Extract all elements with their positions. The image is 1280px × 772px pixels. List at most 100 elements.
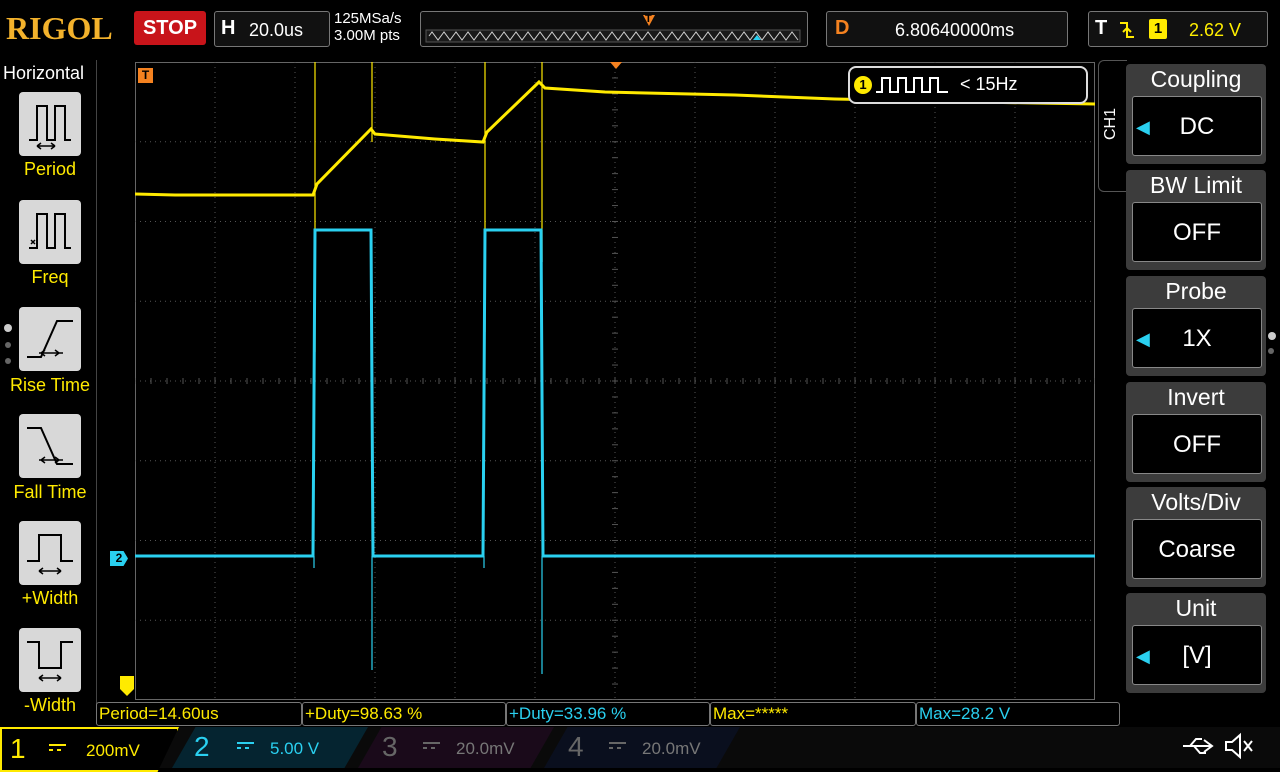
measurement-duty-ch2[interactable]: +Duty=33.96 % (506, 702, 710, 726)
measurement-period[interactable]: Period=14.60us (96, 702, 302, 726)
coupling-menu-item[interactable]: Coupling ◀ DC (1126, 64, 1266, 164)
ch1-tab[interactable]: 1 200mV (0, 727, 179, 772)
rigol-logo: RIGOL (6, 10, 113, 46)
coupling-value-box: ◀ DC (1132, 96, 1262, 156)
usb-icon (1183, 738, 1214, 754)
delay-value: 6.80640000ms (895, 20, 1015, 40)
probe-title: Probe (1165, 278, 1227, 304)
fall-time-icon (27, 427, 73, 465)
measurement-text: Max=***** (713, 704, 789, 723)
active-channel-tag: CH1 (1102, 108, 1119, 141)
delay-label: D (835, 17, 850, 39)
bw-limit-value-box: OFF (1132, 202, 1262, 262)
square-wave-icon (876, 77, 948, 93)
ch3-scale: 20.0mV (456, 739, 515, 758)
frequency-button[interactable] (19, 200, 81, 264)
horizontal-label: H (221, 17, 236, 39)
dc-coupling-icon (49, 744, 66, 751)
positive-width-button[interactable] (19, 521, 81, 585)
ch2-tab[interactable]: 2 5.00 V (172, 727, 368, 768)
unit-title: Unit (1175, 595, 1217, 621)
negative-width-button[interactable] (19, 628, 81, 692)
invert-menu-item[interactable]: Invert OFF (1126, 382, 1266, 482)
rise-time-label: Rise Time (9, 375, 90, 395)
coupling-title: Coupling (1150, 66, 1242, 92)
volts-div-value-box: Coarse (1132, 519, 1262, 579)
dc-coupling-icon (423, 742, 440, 749)
period-icon (29, 105, 71, 150)
invert-title: Invert (1167, 384, 1225, 410)
unit-value-box: ◀ [V] (1132, 625, 1262, 685)
timebase-value: 20.0us (249, 20, 304, 40)
measurement-max-ch1[interactable]: Max=***** (710, 702, 916, 726)
frequency-icon (29, 213, 71, 249)
measurement-text: +Duty=98.63 % (305, 704, 423, 723)
ch1-offset-marker[interactable] (120, 676, 134, 696)
invert-value-box: OFF (1132, 414, 1262, 474)
rise-time-button[interactable] (19, 307, 81, 371)
trigger-level: 2.62 V (1189, 20, 1242, 40)
run-stop-button[interactable]: STOP (134, 11, 206, 45)
trigger-level-marker[interactable]: T (138, 68, 153, 83)
memory-position-bar[interactable]: T (420, 11, 808, 47)
memory-trigger-marker: T (645, 13, 652, 25)
memory-depth: 3.00M pts (334, 27, 400, 44)
timebase-display[interactable]: H 20.0us (214, 11, 330, 47)
ch4-number: 4 (568, 731, 584, 762)
frequency-counter[interactable]: 1 < 15Hz (848, 66, 1088, 104)
ch1-scale: 200mV (86, 741, 140, 760)
falling-edge-icon (1120, 22, 1134, 38)
measurement-duty-ch1[interactable]: +Duty=98.63 % (302, 702, 506, 726)
menu-page-dot (1268, 332, 1276, 340)
trigger-position-marker (610, 62, 622, 69)
bw-limit-menu-item[interactable]: BW Limit OFF (1126, 170, 1266, 270)
ch4-scale: 20.0mV (642, 739, 701, 758)
trigger-display[interactable]: T 1 2.62 V (1088, 11, 1268, 47)
frequency-label: Freq (31, 267, 69, 287)
ch2-offset-marker[interactable]: 2 (110, 551, 128, 566)
trigger-label: T (1095, 17, 1108, 39)
waveform-display[interactable] (135, 62, 1095, 700)
volts-div-menu-item[interactable]: Volts/Div Coarse (1126, 487, 1266, 587)
menu-page-dot (1268, 348, 1274, 354)
fall-time-label: Fall Time (13, 482, 87, 502)
positive-width-label: +Width (21, 588, 79, 608)
coupling-value: DC (1179, 113, 1215, 140)
sample-rate: 125MSa/s (334, 10, 402, 27)
period-label: Period (23, 159, 77, 179)
bw-limit-value: OFF (1173, 219, 1221, 246)
measurement-text: Max=28.2 V (919, 704, 1011, 723)
dc-coupling-icon (237, 742, 254, 749)
measurement-max-ch2[interactable]: Max=28.2 V (916, 702, 1120, 726)
dc-coupling-icon (609, 742, 626, 749)
measurement-text: Period=14.60us (99, 704, 219, 723)
probe-value: 1X (1182, 325, 1212, 352)
measurement-text: +Duty=33.96 % (509, 704, 627, 723)
menu-title: Horizontal (3, 63, 85, 83)
ch1-spikes (314, 62, 543, 352)
ch3-tab[interactable]: 3 20.0mV (358, 727, 554, 768)
invert-value: OFF (1173, 431, 1221, 458)
ch3-number: 3 (382, 731, 398, 762)
bw-limit-title: BW Limit (1150, 172, 1242, 198)
fall-time-button[interactable] (19, 414, 81, 478)
negative-width-icon (27, 641, 73, 682)
ch1-number: 1 (10, 733, 26, 764)
volts-div-value: Coarse (1158, 536, 1236, 563)
volts-div-title: Volts/Div (1151, 489, 1241, 515)
speaker-mute-icon[interactable] (1222, 732, 1256, 760)
graticule (135, 62, 1095, 700)
ch4-tab[interactable]: 4 20.0mV (544, 727, 740, 768)
positive-width-icon (27, 534, 73, 575)
counter-value: < 15Hz (960, 74, 1018, 94)
unit-menu-item[interactable]: Unit ◀ [V] (1126, 593, 1266, 693)
probe-value-box: ◀ 1X (1132, 308, 1262, 368)
ch2-spikes (313, 230, 543, 674)
menu-page-dot (5, 342, 11, 348)
menu-page-dot (5, 358, 11, 364)
probe-menu-item[interactable]: Probe ◀ 1X (1126, 276, 1266, 376)
acquisition-info: 125MSa/s 3.00M pts (334, 10, 402, 44)
delay-display[interactable]: D 6.80640000ms (826, 11, 1068, 47)
unit-value: [V] (1182, 642, 1212, 669)
period-button[interactable] (19, 92, 81, 156)
